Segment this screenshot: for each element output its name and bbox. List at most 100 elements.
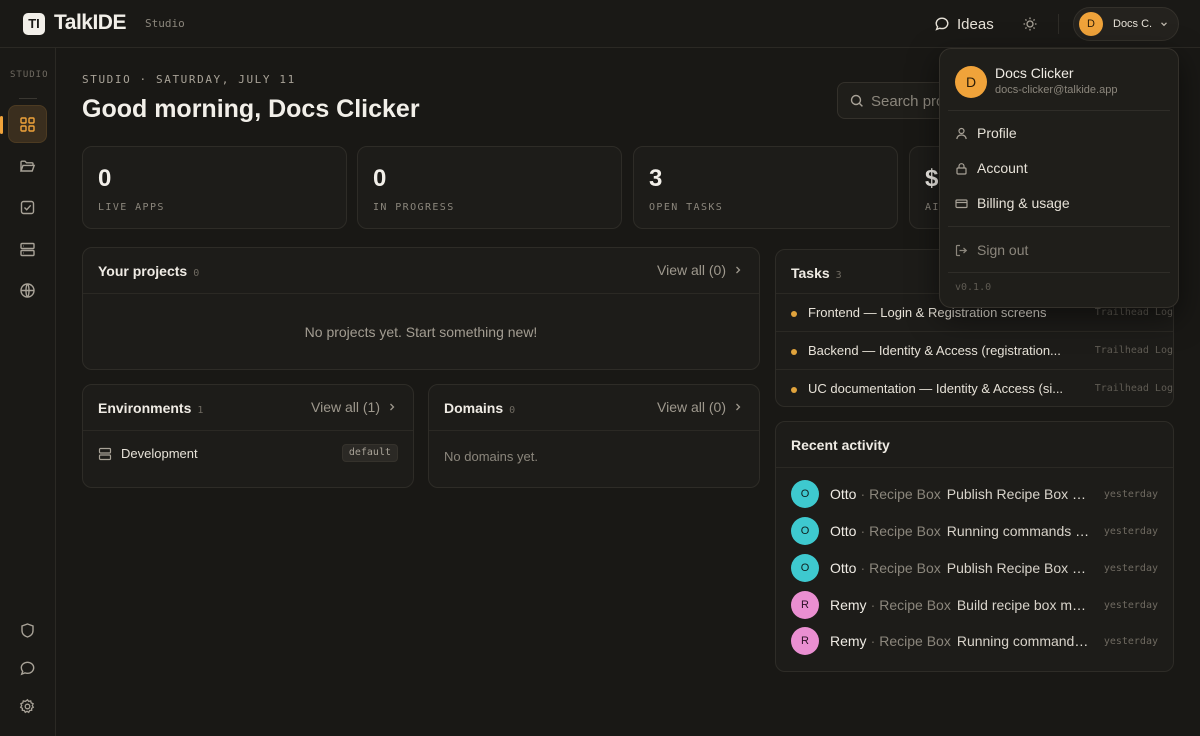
- avatar: R: [791, 627, 819, 655]
- user-dropdown-menu: D Docs Clicker docs-clicker@talkide.app …: [939, 48, 1179, 308]
- timestamp: yesterday: [1103, 526, 1158, 537]
- avatar: D: [955, 66, 987, 98]
- activity-text: Otto · Recipe Box Publish Recipe Box m...: [830, 486, 1090, 502]
- divider: [948, 110, 1170, 111]
- chevron-right-icon: [390, 403, 395, 411]
- environment-name: Development: [121, 446, 198, 461]
- sidebar-item-environments[interactable]: [8, 230, 47, 268]
- task-title: Backend — Identity & Access (registratio…: [808, 343, 1061, 358]
- sidebar: STUDIO: [0, 48, 56, 736]
- panel-header: Domains 0 View all (0): [429, 385, 759, 431]
- panel-title: Recent activity: [791, 437, 890, 453]
- panel-header: Recent activity: [776, 422, 1173, 468]
- projects-panel: Your projects 0 View all (0) No projects …: [82, 247, 760, 370]
- user-menu-button[interactable]: D Docs C.: [1073, 7, 1179, 41]
- menu-item-label: Sign out: [977, 242, 1029, 258]
- active-indicator: [0, 116, 3, 134]
- sun-icon: [1023, 17, 1037, 31]
- view-all-label: View all (0): [657, 262, 726, 278]
- lock-icon: [956, 162, 967, 175]
- avatar: O: [791, 517, 819, 545]
- sidebar-item-projects[interactable]: [8, 147, 47, 185]
- sidebar-item-domains[interactable]: [8, 271, 47, 309]
- logo-icon[interactable]: TI: [23, 13, 45, 35]
- panel-count: 1: [197, 405, 204, 416]
- user-name: Docs Clicker: [995, 65, 1074, 81]
- activity-row[interactable]: O Otto · Recipe Box Running commands f... y…: [791, 517, 1158, 545]
- status-dot: [791, 387, 797, 393]
- stat-card-in-progress[interactable]: 0 IN PROGRESS: [357, 146, 622, 229]
- task-row[interactable]: UC documentation — Identity & Access (si…: [776, 369, 1173, 407]
- menu-item-account[interactable]: Account: [955, 160, 1028, 176]
- list-item[interactable]: Development: [98, 446, 198, 461]
- activity-row[interactable]: R Remy · Recipe Box Running commands... yes…: [791, 627, 1158, 655]
- grid-icon: [20, 116, 35, 132]
- ideas-button[interactable]: Ideas: [934, 12, 994, 36]
- folder-open-icon: [20, 160, 36, 172]
- task-project: Trailhead Log: [1094, 383, 1173, 394]
- view-all-label: View all (0): [657, 399, 726, 415]
- avatar: R: [791, 591, 819, 619]
- page-title: Good morning, Docs Clicker: [82, 95, 420, 123]
- activity-panel: Recent activity O Otto · Recipe Box Publish…: [775, 421, 1174, 672]
- shield-icon: [21, 622, 34, 638]
- stat-card-live-apps[interactable]: 0 LIVE APPS: [82, 146, 347, 229]
- divider: [19, 98, 37, 99]
- activity-row[interactable]: O Otto · Recipe Box Publish Recipe Box m...…: [791, 480, 1158, 508]
- menu-item-billing[interactable]: Billing & usage: [955, 195, 1070, 211]
- sidebar-item-settings[interactable]: [8, 687, 47, 725]
- brand-name[interactable]: TalkIDE: [54, 11, 126, 35]
- timestamp: yesterday: [1103, 563, 1158, 574]
- avatar: D: [1079, 12, 1103, 36]
- task-row[interactable]: Backend — Identity & Access (registratio…: [776, 331, 1173, 369]
- activity-text: Otto · Recipe Box Publish Recipe Box m...: [830, 560, 1090, 576]
- chat-bubble-icon: [20, 661, 35, 675]
- avatar: O: [791, 480, 819, 508]
- menu-item-label: Account: [977, 160, 1028, 176]
- task-project: Trailhead Log: [1094, 307, 1173, 318]
- stat-label: AI: [925, 202, 940, 213]
- sign-out-icon: [955, 244, 968, 256]
- stat-value: 3: [649, 165, 663, 192]
- activity-row[interactable]: O Otto · Recipe Box Publish Recipe Box m...…: [791, 554, 1158, 582]
- view-all-label: View all (1): [311, 399, 380, 415]
- theme-toggle-button[interactable]: [1020, 14, 1040, 34]
- menu-item-label: Billing & usage: [977, 195, 1070, 211]
- status-badge: default: [341, 444, 398, 462]
- panel-header: Environments 1 View all (1): [83, 385, 413, 431]
- menu-item-label: Profile: [977, 125, 1017, 141]
- sidebar-item-tasks[interactable]: [8, 188, 47, 226]
- globe-icon: [20, 282, 35, 298]
- empty-state: No domains yet.: [444, 449, 538, 464]
- panel-count: 0: [193, 268, 200, 279]
- task-project: Trailhead Log: [1094, 345, 1173, 356]
- menu-item-sign-out[interactable]: Sign out: [955, 242, 1028, 258]
- sidebar-item-security[interactable]: [8, 611, 47, 649]
- activity-row[interactable]: R Remy · Recipe Box Build recipe box mo... …: [791, 591, 1158, 619]
- search-icon: [850, 94, 863, 107]
- server-icon: [98, 447, 112, 460]
- stat-label: IN PROGRESS: [373, 202, 455, 213]
- view-all-environments-link[interactable]: View all (1): [311, 399, 396, 415]
- panel-count: 0: [509, 405, 516, 416]
- view-all-projects-link[interactable]: View all (0): [657, 262, 742, 278]
- ideas-label: Ideas: [957, 15, 994, 33]
- sidebar-item-dashboard[interactable]: [8, 105, 47, 143]
- menu-item-profile[interactable]: Profile: [955, 125, 1017, 141]
- search-placeholder: Search pro: [871, 93, 945, 110]
- stat-card-open-tasks[interactable]: 3 OPEN TASKS: [633, 146, 898, 229]
- divider: [1058, 14, 1059, 34]
- checkbox-icon: [20, 200, 35, 214]
- panel-count: 3: [835, 270, 842, 281]
- panel-title: Environments 1: [98, 400, 204, 416]
- panel-title: Your projects 0: [98, 263, 200, 279]
- chevron-down-icon: [1161, 22, 1167, 27]
- status-dot: [791, 311, 797, 317]
- panel-header: Your projects 0 View all (0): [83, 248, 759, 294]
- sidebar-item-chat[interactable]: [8, 649, 47, 687]
- view-all-domains-link[interactable]: View all (0): [657, 399, 742, 415]
- server-icon: [20, 242, 35, 256]
- timestamp: yesterday: [1103, 636, 1158, 647]
- panel-title: Domains 0: [444, 400, 516, 416]
- environments-panel: Environments 1 View all (1) Development d…: [82, 384, 414, 488]
